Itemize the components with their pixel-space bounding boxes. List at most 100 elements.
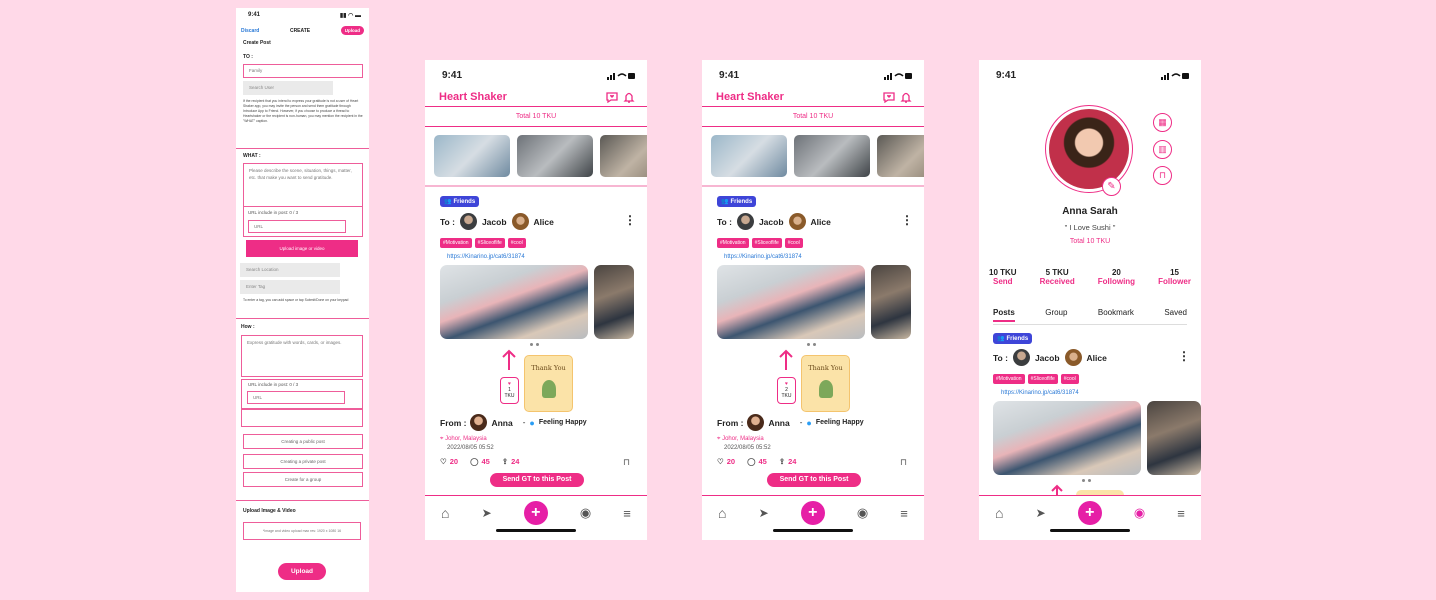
- tag-chip[interactable]: #Sliceoflife: [751, 238, 782, 248]
- avatar[interactable]: [747, 414, 765, 431]
- recipient-name[interactable]: Jacob: [759, 217, 784, 227]
- avatar[interactable]: [511, 213, 529, 230]
- menu-icon[interactable]: ≡: [1177, 506, 1185, 521]
- tag-chip[interactable]: #cool: [1060, 374, 1079, 384]
- upload-media-button[interactable]: Upload image or video: [246, 240, 358, 257]
- more-options-icon[interactable]: ⋮: [624, 213, 636, 227]
- group-post-option[interactable]: Create for a group: [243, 472, 363, 487]
- home-icon[interactable]: ⌂: [995, 505, 1003, 521]
- avatar[interactable]: [470, 414, 488, 431]
- stat-following[interactable]: 20 Following: [1098, 268, 1135, 286]
- post-photo[interactable]: [440, 265, 588, 339]
- post-link[interactable]: https://Kinarino.jp/cat6/31874: [447, 254, 525, 260]
- edit-icon[interactable]: ✎: [1102, 177, 1121, 196]
- tag-chip[interactable]: #Sliceoflife: [1027, 374, 1058, 384]
- bookmark-icon[interactable]: ⊓: [900, 457, 907, 468]
- thank-you-card[interactable]: Thank You: [801, 355, 850, 412]
- tab-saved[interactable]: Saved: [1164, 308, 1187, 322]
- share-stat[interactable]: ⇪ 24: [779, 457, 797, 466]
- story-thumbnail[interactable]: [517, 135, 593, 177]
- avatar[interactable]: [1064, 349, 1082, 366]
- home-icon[interactable]: ⌂: [441, 505, 449, 521]
- tku-counter[interactable]: ♥ 1 TKU: [500, 377, 519, 404]
- photo-carousel[interactable]: [440, 265, 634, 339]
- heart-chat-icon[interactable]: [882, 91, 896, 103]
- search-user-input[interactable]: Search User: [243, 81, 333, 95]
- recipient-name[interactable]: Alice: [811, 217, 831, 227]
- avatar[interactable]: [1012, 349, 1030, 366]
- upload-top-button[interactable]: Upload: [340, 26, 364, 35]
- story-thumbnail[interactable]: [877, 135, 924, 177]
- send-gt-button[interactable]: Send GT to this Post: [490, 473, 584, 487]
- tag-chip[interactable]: #Motivation: [993, 374, 1025, 384]
- avatar[interactable]: [1049, 109, 1129, 189]
- profile-icon[interactable]: ◉: [580, 505, 591, 521]
- upload-bottom-button[interactable]: Upload: [278, 563, 326, 580]
- profile-icon[interactable]: ◉: [857, 505, 868, 521]
- plus-icon[interactable]: +: [800, 501, 825, 525]
- sender-name[interactable]: Anna: [491, 418, 512, 428]
- tag-chip[interactable]: #cool: [507, 238, 526, 248]
- like-stat[interactable]: ♡ 20: [717, 457, 735, 466]
- stat-send[interactable]: 10 TKU Send: [989, 268, 1017, 286]
- compass-icon[interactable]: ➤: [482, 506, 492, 520]
- tab-bookmark[interactable]: Bookmark: [1098, 308, 1134, 322]
- recipient-name[interactable]: Jacob: [482, 217, 507, 227]
- search-location-input[interactable]: Search Location: [240, 263, 340, 277]
- thank-you-card[interactable]: Thank You: [524, 355, 573, 412]
- to-field[interactable]: Family: [243, 64, 363, 78]
- discard-button[interactable]: Discard: [241, 28, 259, 34]
- menu-icon[interactable]: ≡: [900, 506, 908, 521]
- how-textarea[interactable]: Express gratitude with words, cards, or …: [241, 335, 363, 377]
- recipient-name[interactable]: Jacob: [1035, 353, 1060, 363]
- qr-icon[interactable]: ▦: [1153, 113, 1172, 132]
- recipient-name[interactable]: Alice: [534, 217, 554, 227]
- private-post-option[interactable]: Creating a private post: [243, 454, 363, 469]
- bell-icon[interactable]: [623, 91, 635, 103]
- post-link[interactable]: https://Kinarino.jp/cat6/31874: [724, 254, 802, 260]
- story-thumbnail[interactable]: [434, 135, 510, 177]
- sender-name[interactable]: Anna: [768, 418, 789, 428]
- public-post-option[interactable]: Creating a public post: [243, 434, 363, 449]
- story-thumbnail[interactable]: [794, 135, 870, 177]
- avatar[interactable]: [459, 213, 477, 230]
- story-thumbnail[interactable]: [600, 135, 647, 177]
- comment-stat[interactable]: ◯ 45: [470, 457, 490, 466]
- post-photo[interactable]: [1147, 401, 1201, 475]
- tag-chip[interactable]: #Motivation: [440, 238, 472, 248]
- like-stat[interactable]: ♡ 20: [440, 457, 458, 466]
- post-photo[interactable]: [871, 265, 911, 339]
- tag-chip[interactable]: #cool: [784, 238, 803, 248]
- photo-carousel[interactable]: [717, 265, 911, 339]
- menu-icon[interactable]: ≡: [623, 506, 631, 521]
- more-options-icon[interactable]: ⋮: [1178, 349, 1190, 363]
- bookmark-icon[interactable]: ⊓: [623, 457, 630, 468]
- send-gt-button[interactable]: Send GT to this Post: [767, 473, 861, 487]
- chart-icon[interactable]: ▥: [1153, 140, 1172, 159]
- comment-stat[interactable]: ◯ 45: [747, 457, 767, 466]
- compass-icon[interactable]: ➤: [1036, 506, 1046, 520]
- tag-chip[interactable]: #Motivation: [717, 238, 749, 248]
- plus-icon[interactable]: +: [1077, 501, 1102, 525]
- compass-icon[interactable]: ➤: [759, 506, 769, 520]
- how-url-input[interactable]: URL: [247, 391, 345, 404]
- tab-posts[interactable]: Posts: [993, 308, 1015, 322]
- enter-tag-input[interactable]: Enter Tag: [240, 280, 340, 294]
- post-photo[interactable]: [594, 265, 634, 339]
- what-textarea[interactable]: Please describe the scene, situation, th…: [243, 163, 363, 207]
- avatar[interactable]: [736, 213, 754, 230]
- story-thumbnail[interactable]: [711, 135, 787, 177]
- upload-dropzone[interactable]: *Image and video upload max res: 1920 x …: [243, 522, 361, 540]
- more-options-icon[interactable]: ⋮: [901, 213, 913, 227]
- post-photo[interactable]: [717, 265, 865, 339]
- photo-carousel[interactable]: [993, 401, 1201, 475]
- share-stat[interactable]: ⇪ 24: [502, 457, 520, 466]
- tag-chip[interactable]: #Sliceoflife: [474, 238, 505, 248]
- avatar[interactable]: [788, 213, 806, 230]
- tku-counter[interactable]: ♥ 2 TKU: [777, 377, 796, 404]
- post-link[interactable]: https://Kinarino.jp/cat6/31874: [1001, 390, 1079, 396]
- bookmark-icon[interactable]: ⊓: [1153, 166, 1172, 185]
- post-photo[interactable]: [993, 401, 1141, 475]
- stat-follower[interactable]: 15 Follower: [1158, 268, 1191, 286]
- plus-icon[interactable]: +: [523, 501, 548, 525]
